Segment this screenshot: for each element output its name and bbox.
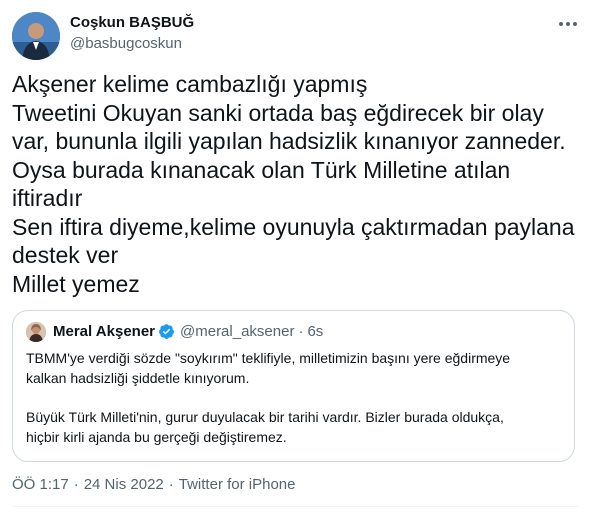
quoted-tweet-text: TBMM'ye verdiği sözde "soykırım" teklifi… [26,348,566,447]
tweet-metadata: ÖÖ 1:17 · 24 Nis 2022 · Twitter for iPhone [12,476,295,493]
tweet-date[interactable]: 24 Nis 2022 [84,476,164,493]
tweet-line: Tweetini Okuyan sanki ortada baş eğdirec… [12,99,544,126]
divider [12,506,579,507]
separator-dot: · [298,323,304,340]
author-name[interactable]: Coşkun BAŞBUĞ [70,14,194,31]
tweet-line: var, bununla ilgili yapılan hadsizlik kı… [12,128,566,154]
more-options-button[interactable] [552,12,584,36]
verified-badge-icon [159,324,174,339]
more-horizontal-icon [559,22,563,26]
author-avatar[interactable] [12,12,60,60]
quoted-avatar-image [26,322,46,342]
quoted-author-handle: @meral_aksener [180,323,295,340]
tweet-line: Akşener kelime cambazlığı yapmış [12,71,368,97]
separator-dot: · [168,476,174,493]
quoted-author-name: Meral Akşener [53,323,155,340]
quoted-tweet-time: 6s [307,323,324,340]
quoted-author-avatar [26,322,46,342]
quoted-text-line: kalkan hadsizliği şiddetle kınıyorum. [26,370,250,386]
quoted-text-line: TBMM'ye verdiği sözde "soykırım" teklifi… [26,350,511,366]
tweet-line: destek ver [12,242,119,268]
more-horizontal-icon [573,22,577,26]
tweet-source[interactable]: Twitter for iPhone [179,476,296,493]
quoted-text-line: Büyük Türk Milleti'nin, gurur duyulacak … [26,409,504,425]
separator-dot: · [73,476,79,493]
tweet-line: Millet yemez [12,270,140,297]
tweet-line: iftiradır [12,185,83,211]
author-handle[interactable]: @basbugcoskun [70,35,182,52]
quoted-tweet-header: Meral Akşener @meral_aksener · 6s [53,323,323,340]
tweet-line: Oysa burada kınanacak olan Türk Milletin… [12,156,511,183]
more-horizontal-icon [566,22,570,26]
tweet-line: Sen iftira diyeme,kelime oyunuyla çaktır… [12,213,575,240]
quoted-text-line: hiçbir kirli ajanda bu gerçeği değiştire… [26,429,287,445]
tweet-text: Akşener kelime cambazlığı yapmış Tweetin… [12,70,582,298]
quoted-tweet-card[interactable]: Meral Akşener @meral_aksener · 6s TBMM'y… [12,310,575,462]
author-avatar-image [12,12,60,60]
tweet-time[interactable]: ÖÖ 1:17 [12,476,69,493]
